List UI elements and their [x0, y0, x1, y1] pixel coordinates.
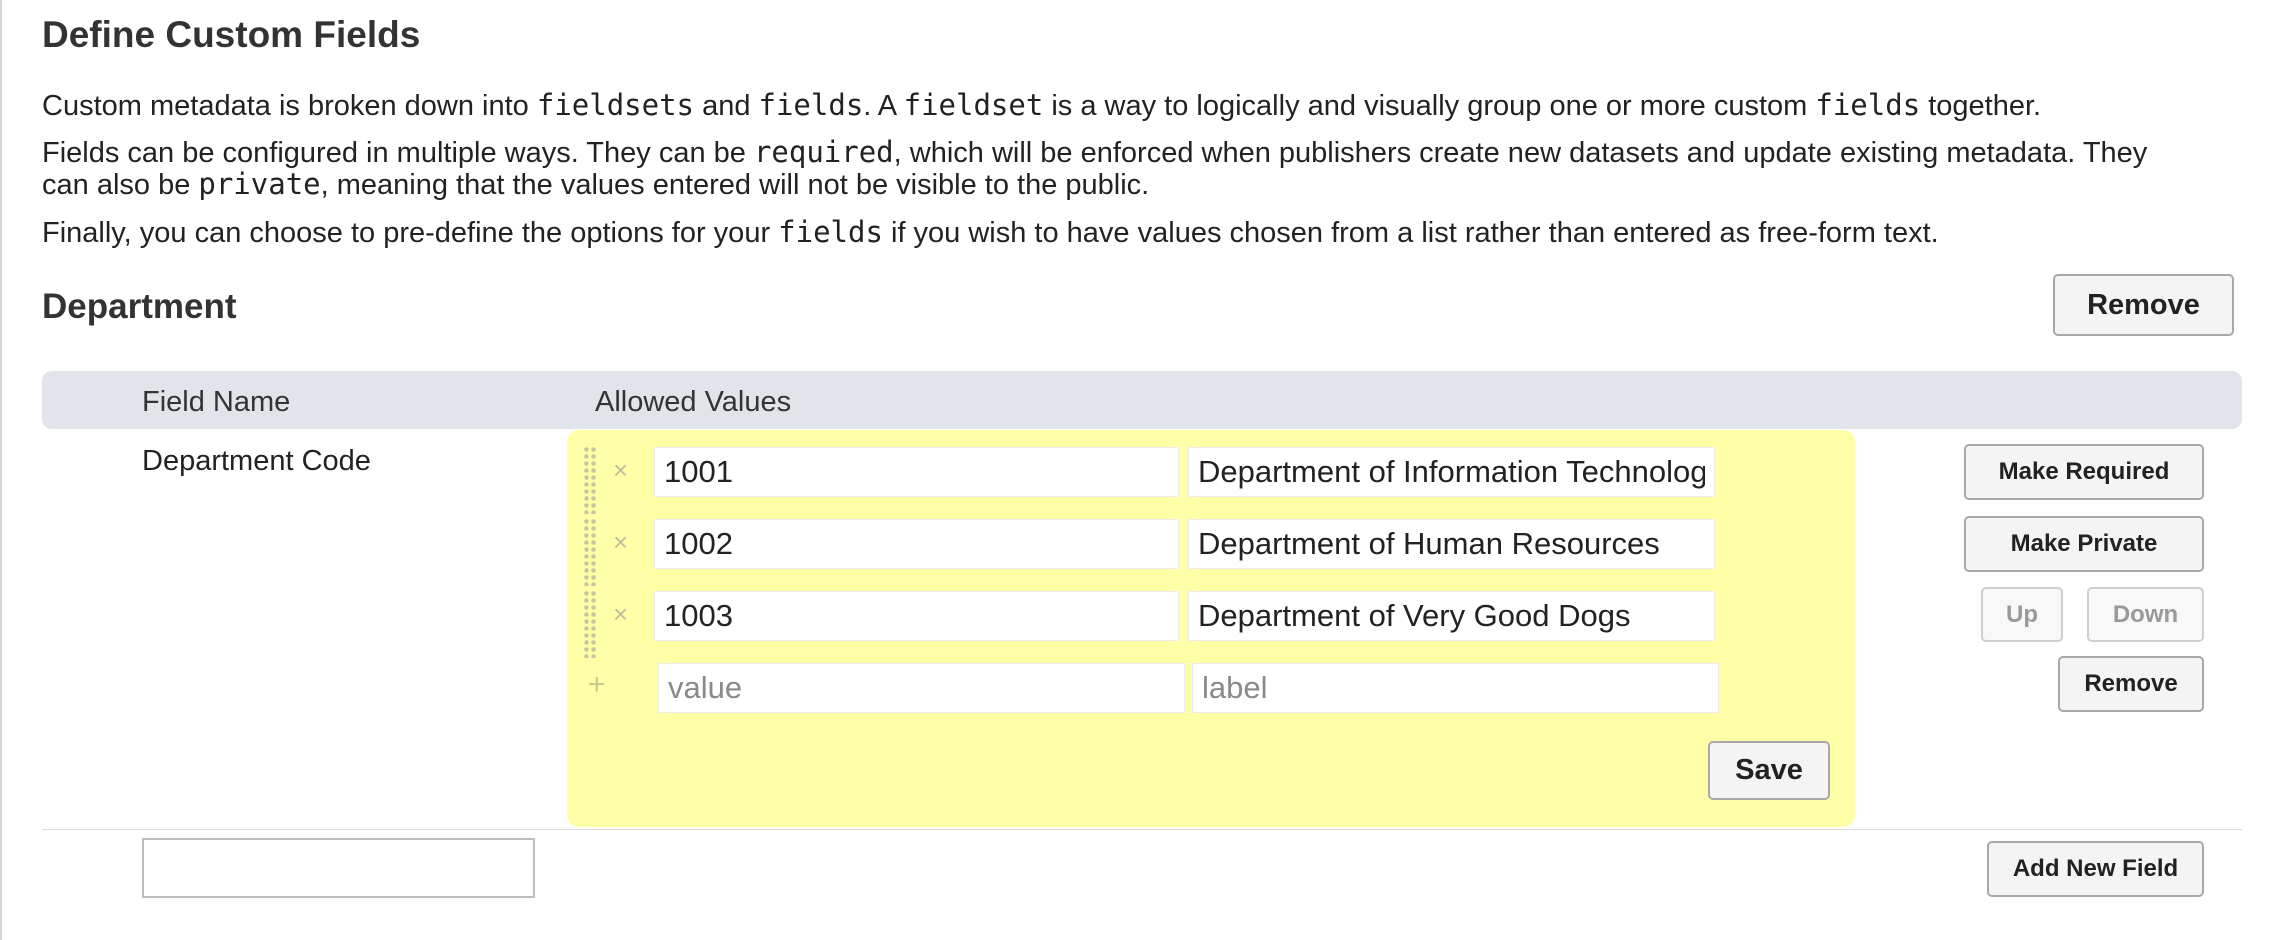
- new-option-label-input[interactable]: [1192, 663, 1719, 713]
- close-icon[interactable]: ×: [613, 601, 628, 627]
- drag-handle-icon[interactable]: [583, 590, 597, 658]
- make-required-button[interactable]: Make Required: [1964, 444, 2204, 500]
- option-label-input[interactable]: [1188, 519, 1715, 569]
- new-option-value-input[interactable]: [658, 663, 1185, 713]
- new-field-name-input[interactable]: [142, 838, 535, 898]
- move-up-button[interactable]: Up: [1981, 587, 2063, 642]
- option-value-input[interactable]: [654, 591, 1179, 641]
- close-icon[interactable]: ×: [613, 529, 628, 555]
- move-down-button[interactable]: Down: [2087, 587, 2204, 642]
- make-private-button[interactable]: Make Private: [1964, 516, 2204, 572]
- plus-icon: +: [588, 668, 606, 701]
- table-header: Field Name Allowed Values: [42, 371, 2242, 429]
- option-label-input[interactable]: [1188, 591, 1715, 641]
- page-title: Define Custom Fields: [42, 14, 421, 55]
- add-new-field-button[interactable]: Add New Field: [1987, 841, 2204, 897]
- fieldset-title: Department: [42, 287, 237, 326]
- intro-paragraph-3: Finally, you can choose to pre-define th…: [42, 215, 1939, 249]
- row-divider: [42, 829, 2242, 830]
- field-name: Department Code: [142, 445, 371, 477]
- option-value-input[interactable]: [654, 447, 1179, 497]
- option-label-input[interactable]: [1188, 447, 1715, 497]
- close-icon[interactable]: ×: [613, 457, 628, 483]
- save-button[interactable]: Save: [1708, 741, 1830, 800]
- column-header-allowed-values: Allowed Values: [595, 386, 792, 418]
- remove-field-button[interactable]: Remove: [2058, 656, 2204, 712]
- intro-paragraph-2: Fields can be configured in multiple way…: [42, 135, 2148, 201]
- drag-handle-icon[interactable]: [583, 518, 597, 586]
- drag-handle-icon[interactable]: [583, 446, 597, 514]
- option-value-input[interactable]: [654, 519, 1179, 569]
- column-header-field-name: Field Name: [142, 386, 291, 418]
- intro-paragraph-1: Custom metadata is broken down into fiel…: [42, 88, 2042, 122]
- remove-fieldset-button[interactable]: Remove: [2053, 274, 2234, 336]
